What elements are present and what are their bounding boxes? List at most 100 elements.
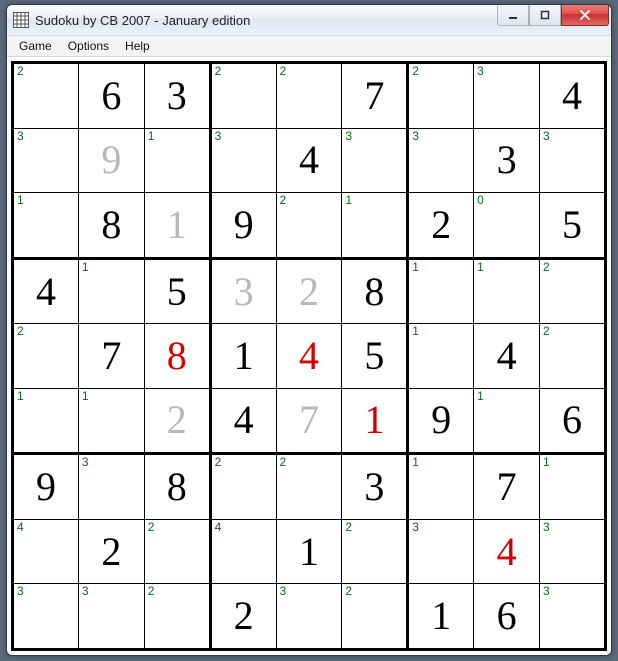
sudoku-cell[interactable]: 9: [210, 192, 276, 258]
menu-game[interactable]: Game: [11, 37, 60, 55]
sudoku-cell[interactable]: 3: [540, 520, 606, 584]
sudoku-cell[interactable]: 4: [13, 520, 79, 584]
sudoku-cell[interactable]: 3: [474, 63, 540, 129]
cell-hint: 1: [477, 390, 484, 402]
sudoku-cell[interactable]: 1: [408, 324, 474, 388]
sudoku-cell[interactable]: 6: [540, 388, 606, 454]
sudoku-cell[interactable]: 9: [408, 388, 474, 454]
sudoku-cell[interactable]: 9: [13, 454, 79, 520]
cell-value: 8: [364, 272, 384, 312]
sudoku-cell[interactable]: 4: [474, 520, 540, 584]
sudoku-cell[interactable]: 2: [144, 520, 210, 584]
sudoku-cell[interactable]: 1: [408, 584, 474, 650]
cell-value: 4: [562, 76, 582, 116]
sudoku-cell[interactable]: 2: [408, 63, 474, 129]
sudoku-cell[interactable]: 3: [540, 584, 606, 650]
cell-hint: 1: [412, 261, 419, 273]
sudoku-cell[interactable]: 3: [474, 128, 540, 192]
sudoku-cell[interactable]: 2: [144, 584, 210, 650]
sudoku-cell[interactable]: 2: [276, 454, 342, 520]
sudoku-cell[interactable]: 3: [78, 584, 144, 650]
sudoku-cell[interactable]: 1: [13, 388, 79, 454]
sudoku-cell[interactable]: 2: [210, 454, 276, 520]
title-bar[interactable]: Sudoku by CB 2007 - January edition: [7, 5, 611, 36]
maximize-button[interactable]: [529, 5, 561, 26]
sudoku-cell[interactable]: 4: [13, 258, 79, 324]
sudoku-cell[interactable]: 9: [78, 128, 144, 192]
sudoku-cell[interactable]: 7: [342, 63, 408, 129]
sudoku-cell[interactable]: 2: [540, 324, 606, 388]
sudoku-cell[interactable]: 2: [408, 192, 474, 258]
close-button[interactable]: [561, 5, 609, 26]
sudoku-cell[interactable]: 1: [78, 258, 144, 324]
sudoku-cell[interactable]: 1: [408, 258, 474, 324]
sudoku-cell[interactable]: 1: [78, 388, 144, 454]
sudoku-cell[interactable]: 3: [13, 128, 79, 192]
sudoku-cell[interactable]: 3: [342, 128, 408, 192]
sudoku-cell[interactable]: 1: [474, 388, 540, 454]
sudoku-cell[interactable]: 3: [408, 520, 474, 584]
cell-hint: 2: [280, 456, 287, 468]
sudoku-cell[interactable]: 2: [210, 63, 276, 129]
sudoku-cell[interactable]: 3: [210, 128, 276, 192]
sudoku-cell[interactable]: 5: [540, 192, 606, 258]
sudoku-cell[interactable]: 3: [144, 63, 210, 129]
sudoku-cell[interactable]: 1: [342, 192, 408, 258]
sudoku-cell[interactable]: 2: [13, 324, 79, 388]
sudoku-cell[interactable]: 2: [144, 388, 210, 454]
sudoku-cell[interactable]: 4: [276, 128, 342, 192]
sudoku-cell[interactable]: 5: [342, 324, 408, 388]
sudoku-cell[interactable]: 3: [540, 128, 606, 192]
cell-hint: 3: [543, 585, 550, 597]
sudoku-cell[interactable]: 3: [210, 258, 276, 324]
sudoku-cell[interactable]: 8: [144, 454, 210, 520]
menu-options[interactable]: Options: [60, 37, 117, 55]
sudoku-cell[interactable]: 2: [342, 584, 408, 650]
sudoku-cell[interactable]: 4: [276, 324, 342, 388]
sudoku-cell[interactable]: 3: [276, 584, 342, 650]
cell-value: 7: [364, 76, 384, 116]
cell-value: 3: [234, 272, 254, 312]
sudoku-cell[interactable]: 7: [474, 454, 540, 520]
sudoku-cell[interactable]: 1: [408, 454, 474, 520]
sudoku-cell[interactable]: 1: [144, 128, 210, 192]
sudoku-cell[interactable]: 4: [210, 388, 276, 454]
sudoku-cell[interactable]: 2: [276, 192, 342, 258]
sudoku-cell[interactable]: 1: [474, 258, 540, 324]
sudoku-cell[interactable]: 3: [78, 454, 144, 520]
sudoku-cell[interactable]: 1: [276, 520, 342, 584]
sudoku-cell[interactable]: 1: [342, 388, 408, 454]
sudoku-cell[interactable]: 6: [78, 63, 144, 129]
sudoku-cell[interactable]: 2: [342, 520, 408, 584]
menu-help[interactable]: Help: [117, 37, 158, 55]
cell-value: 4: [36, 272, 56, 312]
cell-value: 2: [167, 400, 187, 440]
sudoku-cell[interactable]: 4: [540, 63, 606, 129]
sudoku-cell[interactable]: 8: [342, 258, 408, 324]
sudoku-cell[interactable]: 6: [474, 584, 540, 650]
sudoku-cell[interactable]: 3: [408, 128, 474, 192]
sudoku-cell[interactable]: 2: [210, 584, 276, 650]
sudoku-cell[interactable]: 7: [78, 324, 144, 388]
sudoku-cell[interactable]: 2: [276, 63, 342, 129]
sudoku-cell[interactable]: 3: [13, 584, 79, 650]
sudoku-cell[interactable]: 1: [210, 324, 276, 388]
sudoku-cell[interactable]: 4: [210, 520, 276, 584]
sudoku-cell[interactable]: 1: [144, 192, 210, 258]
sudoku-cell[interactable]: 2: [276, 258, 342, 324]
sudoku-cell[interactable]: 8: [78, 192, 144, 258]
cell-hint: 3: [82, 456, 89, 468]
sudoku-cell[interactable]: 0: [474, 192, 540, 258]
sudoku-cell[interactable]: 8: [144, 324, 210, 388]
cell-value: 8: [101, 205, 121, 245]
sudoku-cell[interactable]: 2: [13, 63, 79, 129]
sudoku-cell[interactable]: 3: [342, 454, 408, 520]
sudoku-cell[interactable]: 2: [78, 520, 144, 584]
sudoku-cell[interactable]: 1: [13, 192, 79, 258]
sudoku-cell[interactable]: 2: [540, 258, 606, 324]
sudoku-cell[interactable]: 4: [474, 324, 540, 388]
minimize-button[interactable]: [497, 5, 529, 26]
sudoku-cell[interactable]: 1: [540, 454, 606, 520]
sudoku-cell[interactable]: 7: [276, 388, 342, 454]
sudoku-cell[interactable]: 5: [144, 258, 210, 324]
